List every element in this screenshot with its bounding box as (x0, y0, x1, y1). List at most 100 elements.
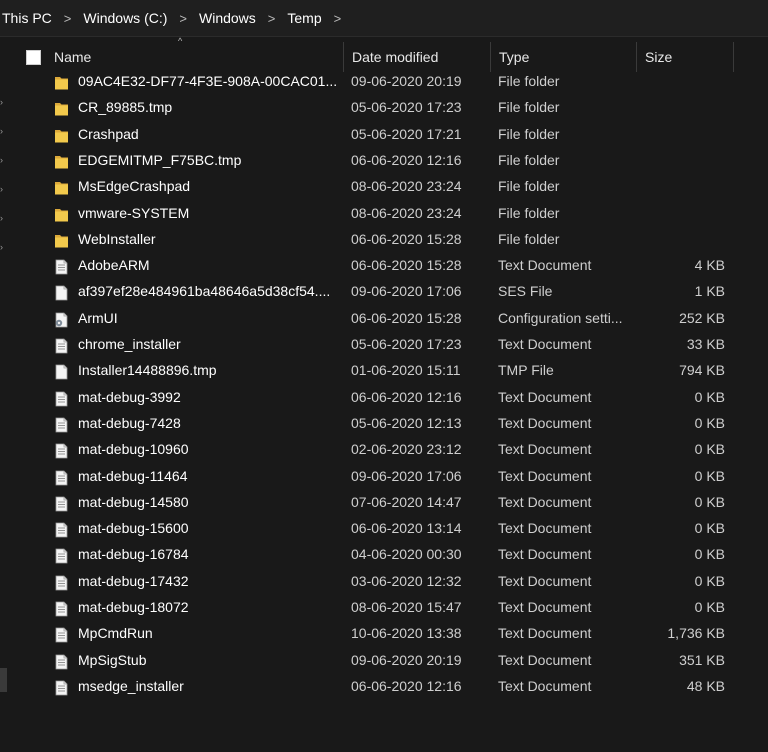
file-type: SES File (498, 283, 553, 300)
file-row[interactable]: chrome_installer 05-06-2020 17:23 Text Doc… (0, 331, 768, 357)
config-file-icon (54, 310, 69, 328)
file-row[interactable]: MsEdgeCrashpad 08-06-2020 23:24 File folde… (0, 173, 768, 199)
breadcrumb-chevron-icon[interactable]: > (54, 11, 82, 26)
breadcrumb-item-windows-drive[interactable]: Windows (C:) (81, 10, 169, 26)
file-row[interactable]: af397ef28e484961ba48646a5d38cf54.... 09-0… (0, 278, 768, 304)
file-date-modified: 04-06-2020 00:30 (351, 546, 462, 563)
file-date-modified: 08-06-2020 23:24 (351, 178, 462, 195)
file-row[interactable]: vmware-SYSTEM 08-06-2020 23:24 File folder (0, 200, 768, 226)
address-bar[interactable]: This PC > Windows (C:) > Windows > Temp … (0, 0, 768, 37)
text-file-icon (54, 257, 69, 275)
file-date-modified: 01-06-2020 15:11 (351, 362, 461, 379)
folder-icon (54, 126, 69, 143)
file-row[interactable]: mat-debug-16784 04-06-2020 00:30 Text Docu… (0, 541, 768, 567)
file-row[interactable]: mat-debug-7428 05-06-2020 12:13 Text Docum… (0, 410, 768, 436)
file-name: 09AC4E32-DF77-4F3E-908A-00CAC01... (78, 73, 338, 89)
file-row[interactable]: 09AC4E32-DF77-4F3E-908A-00CAC01... 09-06-… (0, 68, 768, 94)
file-size: 0 KB (694, 388, 725, 405)
file-type: Text Document (498, 572, 592, 589)
breadcrumb-chevron-icon[interactable]: > (169, 11, 197, 26)
file-size: 351 KB (679, 651, 725, 668)
breadcrumb-chevron-icon[interactable]: > (324, 11, 352, 26)
file-row[interactable]: MpSigStub 09-06-2020 20:19 Text Document 35… (0, 647, 768, 673)
file-row[interactable]: ArmUI 06-06-2020 15:28 Configuration setti… (0, 305, 768, 331)
file-date-modified: 05-06-2020 17:21 (351, 125, 462, 142)
file-row[interactable]: mat-debug-14580 07-06-2020 14:47 Text Docu… (0, 489, 768, 515)
file-row[interactable]: mat-debug-18072 08-06-2020 15:47 Text Docu… (0, 594, 768, 620)
file-name: ArmUI (78, 309, 118, 326)
file-name: Installer14488896.tmp (78, 362, 217, 379)
folder-icon (54, 231, 69, 248)
text-file-icon (54, 652, 69, 669)
text-file-icon (54, 415, 69, 433)
breadcrumb-item-windows[interactable]: Windows (197, 10, 258, 26)
text-file-icon (54, 546, 69, 564)
folder-icon (54, 205, 69, 221)
file-name: chrome_installer (78, 336, 181, 352)
file-date-modified: 09-06-2020 20:19 (351, 73, 462, 89)
file-row[interactable]: Installer14488896.tmp 01-06-2020 15:11 TMP… (0, 357, 768, 383)
file-date-modified: 07-06-2020 14:47 (351, 493, 462, 510)
file-type: File folder (498, 230, 560, 247)
file-row[interactable]: mat-debug-3992 06-06-2020 12:16 Text Docum… (0, 384, 768, 410)
file-size: 0 KB (694, 520, 725, 537)
file-row[interactable]: mat-debug-17432 03-06-2020 12:32 Text Docu… (0, 568, 768, 594)
file-name: msedge_installer (78, 677, 184, 694)
breadcrumb: This PC > Windows (C:) > Windows > Temp … (0, 0, 351, 36)
file-date-modified: 06-06-2020 13:14 (351, 520, 462, 537)
breadcrumb-item-this-pc[interactable]: This PC (0, 10, 54, 26)
text-file-icon (54, 389, 69, 406)
breadcrumb-item-temp[interactable]: Temp (285, 10, 323, 26)
file-type: Text Document (498, 257, 592, 274)
file-type: Text Document (498, 546, 592, 563)
file-date-modified: 06-06-2020 12:16 (351, 388, 462, 405)
blank-file-icon (54, 283, 69, 301)
file-row[interactable]: mat-debug-11464 09-06-2020 17:06 Text Docu… (0, 463, 768, 489)
file-name: MpCmdRun (78, 625, 153, 642)
file-name: mat-debug-16784 (78, 546, 189, 563)
file-row[interactable]: EDGEMITMP_F75BC.tmp 06-06-2020 12:16 File … (0, 147, 768, 173)
file-row[interactable]: Crashpad 05-06-2020 17:21 File folder (0, 121, 768, 147)
file-type: File folder (498, 178, 560, 195)
file-row[interactable]: WebInstaller 06-06-2020 15:28 File folder (0, 226, 768, 252)
text-file-icon (54, 336, 69, 354)
file-type: Text Document (498, 388, 592, 405)
file-date-modified: 06-06-2020 12:16 (351, 151, 462, 168)
file-name: af397ef28e484961ba48646a5d38cf54.... (78, 283, 331, 300)
file-row[interactable]: MpCmdRun 10-06-2020 13:38 Text Document 1,7… (0, 620, 768, 646)
file-type: File folder (498, 204, 560, 221)
file-name: mat-debug-10960 (78, 441, 189, 458)
file-name: mat-debug-18072 (78, 599, 189, 615)
text-file-icon (54, 468, 69, 485)
file-row[interactable]: msedge_installer 06-06-2020 12:16 Text Doc… (0, 673, 768, 699)
file-type: File folder (498, 73, 560, 89)
file-row[interactable]: mat-debug-10960 02-06-2020 23:12 Text Docu… (0, 436, 768, 462)
file-row[interactable]: AdobeARM 06-06-2020 15:28 Text Document 4 K… (0, 252, 768, 278)
text-file-icon (54, 599, 69, 617)
file-type: TMP File (498, 362, 554, 379)
breadcrumb-chevron-icon[interactable]: > (258, 11, 286, 26)
file-name: AdobeARM (78, 257, 150, 274)
file-name: WebInstaller (78, 230, 156, 247)
file-type: Text Document (498, 625, 592, 642)
file-type: Text Document (498, 493, 592, 510)
file-type: Text Document (498, 467, 592, 484)
file-size: 794 KB (679, 362, 725, 379)
file-date-modified: 05-06-2020 12:13 (351, 414, 462, 431)
file-name: CR_89885.tmp (78, 99, 173, 116)
file-type: Text Document (498, 441, 592, 458)
blank-file-icon (54, 362, 69, 380)
file-name: EDGEMITMP_F75BC.tmp (78, 151, 242, 168)
file-type: Text Document (498, 599, 592, 615)
file-size: 4 KB (694, 257, 725, 274)
file-size: 0 KB (694, 572, 725, 589)
file-date-modified: 05-06-2020 17:23 (351, 336, 462, 352)
file-row[interactable]: mat-debug-15600 06-06-2020 13:14 Text Docu… (0, 515, 768, 541)
text-file-icon (54, 678, 69, 696)
file-type: Configuration setti... (498, 309, 623, 326)
file-date-modified: 05-06-2020 17:23 (351, 99, 462, 116)
file-row[interactable]: CR_89885.tmp 05-06-2020 17:23 File folder (0, 94, 768, 120)
file-date-modified: 06-06-2020 15:28 (351, 257, 462, 274)
file-type: Text Document (498, 414, 592, 431)
select-all-checkbox[interactable] (26, 50, 41, 65)
